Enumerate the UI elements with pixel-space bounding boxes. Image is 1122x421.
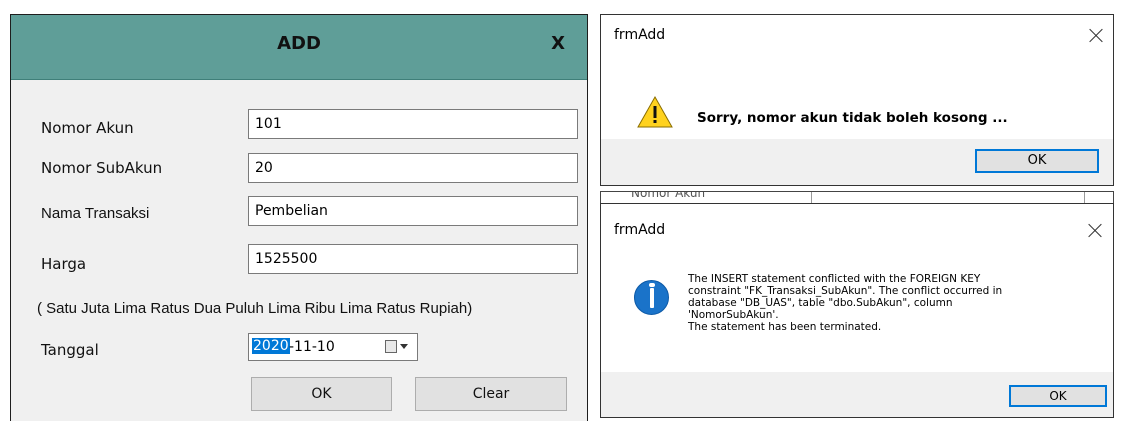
warning-dialog: frmAdd Sorry, nomor akun tidak boleh kos…	[600, 14, 1114, 186]
error-ok-button[interactable]: OK	[1009, 385, 1107, 407]
info-icon	[634, 280, 669, 315]
add-form-close-button[interactable]: X	[551, 33, 565, 54]
error-dialog-footer: OK	[601, 372, 1113, 417]
warning-dialog-title: frmAdd	[614, 27, 666, 43]
add-form-title: ADD	[277, 33, 321, 54]
harga-terbilang-text: ( Satu Juta Lima Ratus Dua Puluh Lima Ri…	[37, 300, 473, 317]
error-dialog: frmAdd The INSERT statement conflicted w…	[600, 203, 1114, 418]
nama-transaksi-label: Nama Transaksi	[41, 205, 150, 222]
add-form-header: ADD X	[11, 15, 587, 80]
harga-input[interactable]	[248, 244, 578, 274]
harga-label: Harga	[41, 255, 87, 273]
tanggal-date-picker[interactable]: 2020 -11-10	[248, 333, 418, 361]
error-message-line: database "DB_UAS", table "dbo.SubAkun", …	[688, 297, 953, 309]
clear-button[interactable]: Clear	[415, 377, 567, 411]
nama-transaksi-input[interactable]	[248, 196, 578, 226]
background-nomor-akun-label: Nomor Akun	[631, 191, 706, 200]
error-message-line: constraint "FK_Transaksi_SubAkun". The c…	[688, 285, 1003, 297]
error-message-line: 'NomorSubAkun'.	[688, 309, 779, 321]
tanggal-label: Tanggal	[41, 341, 99, 359]
error-message-line: The INSERT statement conflicted with the…	[688, 273, 981, 285]
warning-icon	[637, 95, 673, 128]
nomor-subakun-input[interactable]	[248, 153, 578, 183]
add-form-window: ADD X Nomor Akun Nomor SubAkun Nama Tran…	[10, 14, 588, 421]
error-message-line: The statement has been terminated.	[688, 321, 882, 333]
ok-button[interactable]: OK	[251, 377, 392, 411]
date-year-selected: 2020	[252, 338, 290, 354]
date-month-day: -11-10	[289, 339, 335, 355]
error-dialog-title: frmAdd	[614, 222, 666, 238]
nomor-subakun-label: Nomor SubAkun	[41, 159, 163, 177]
nomor-akun-label: Nomor Akun	[41, 119, 134, 137]
error-message: The INSERT statement conflicted with the…	[688, 273, 1108, 333]
info-glyph	[649, 283, 655, 308]
warning-ok-button[interactable]: OK	[975, 149, 1099, 173]
nomor-akun-input[interactable]	[248, 109, 578, 139]
chevron-down-icon	[400, 344, 408, 349]
warning-dialog-close-icon[interactable]	[1089, 29, 1103, 43]
calendar-icon	[385, 340, 397, 353]
warning-dialog-footer: OK	[601, 139, 1113, 185]
warning-message: Sorry, nomor akun tidak boleh kosong ...	[697, 110, 1008, 126]
calendar-dropdown-button[interactable]	[385, 340, 411, 354]
error-dialog-close-icon[interactable]	[1088, 224, 1102, 238]
